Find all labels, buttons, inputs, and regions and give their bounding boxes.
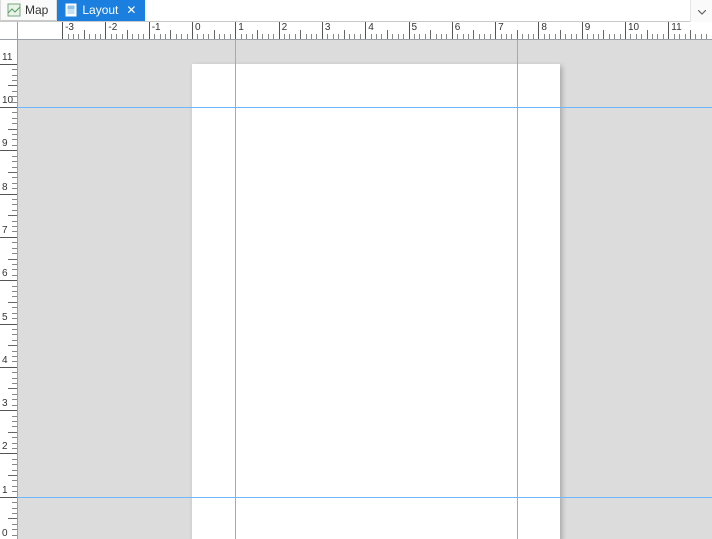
close-icon[interactable]: ✕ bbox=[126, 4, 136, 16]
ruler-v-label: 8 bbox=[2, 182, 8, 193]
tab-map[interactable]: Map bbox=[0, 0, 57, 21]
ruler-v-label: 6 bbox=[2, 268, 8, 279]
layout-workspace: -3-2-10123456789101112 11109876543210 bbox=[0, 22, 712, 539]
ruler-vertical[interactable]: 11109876543210 bbox=[0, 40, 18, 539]
ruler-v-label: 7 bbox=[2, 225, 8, 236]
layout-icon bbox=[64, 3, 78, 17]
ruler-v-label: 10 bbox=[2, 95, 13, 106]
ruler-h-label: 1 bbox=[238, 22, 244, 33]
ruler-h-label: -2 bbox=[108, 22, 117, 33]
layout-canvas[interactable] bbox=[18, 40, 712, 539]
guide-vertical[interactable] bbox=[235, 40, 236, 539]
tab-layout-label: Layout bbox=[82, 3, 118, 17]
ruler-h-label: 8 bbox=[541, 22, 547, 33]
ruler-h-label: -3 bbox=[65, 22, 74, 33]
ruler-v-label: 5 bbox=[2, 312, 8, 323]
page[interactable] bbox=[192, 64, 560, 539]
guide-vertical[interactable] bbox=[517, 40, 518, 539]
tab-layout[interactable]: Layout ✕ bbox=[57, 0, 145, 21]
ruler-h-label: 4 bbox=[368, 22, 374, 33]
tab-list-dropdown[interactable] bbox=[690, 0, 712, 22]
tab-map-label: Map bbox=[25, 3, 48, 17]
ruler-h-label: 6 bbox=[455, 22, 461, 33]
ruler-v-label: 9 bbox=[2, 138, 8, 149]
ruler-v-label: 2 bbox=[2, 441, 8, 452]
ruler-v-label: 1 bbox=[2, 485, 8, 496]
ruler-corner bbox=[0, 22, 18, 40]
ruler-horizontal[interactable]: -3-2-10123456789101112 bbox=[18, 22, 712, 40]
ruler-h-label: 3 bbox=[325, 22, 331, 33]
ruler-v-label: 11 bbox=[2, 52, 12, 63]
ruler-h-label: -1 bbox=[152, 22, 161, 33]
chevron-down-icon bbox=[698, 4, 706, 18]
ruler-v-label: 3 bbox=[2, 398, 8, 409]
tab-bar: Map Layout ✕ bbox=[0, 0, 712, 22]
ruler-h-label: 11 bbox=[671, 22, 681, 33]
ruler-v-label: 0 bbox=[2, 528, 8, 539]
ruler-h-label: 5 bbox=[412, 22, 418, 33]
ruler-h-label: 9 bbox=[585, 22, 591, 33]
guide-horizontal[interactable] bbox=[18, 497, 712, 498]
ruler-v-label: 4 bbox=[2, 355, 8, 366]
ruler-h-label: 10 bbox=[628, 22, 639, 33]
ruler-h-label: 2 bbox=[282, 22, 288, 33]
map-icon bbox=[7, 3, 21, 17]
ruler-h-label: 0 bbox=[195, 22, 201, 33]
guide-horizontal[interactable] bbox=[18, 107, 712, 108]
ruler-h-label: 7 bbox=[498, 22, 504, 33]
